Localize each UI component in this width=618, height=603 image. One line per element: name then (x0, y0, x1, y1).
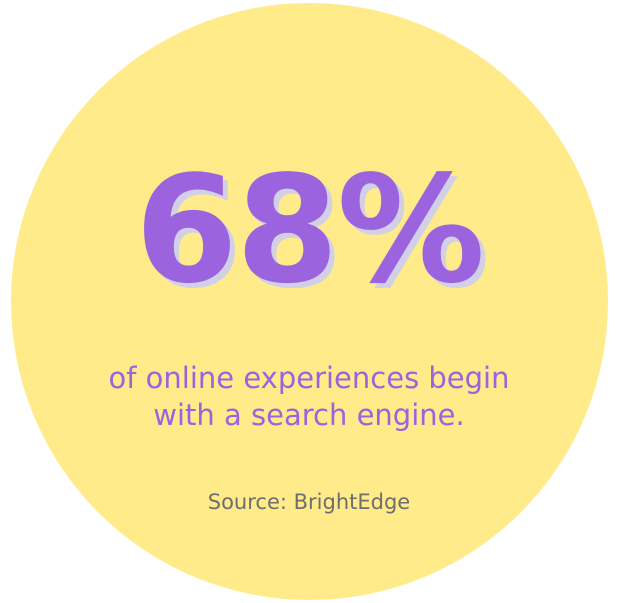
source-attribution: Source: BrightEdge (207, 490, 411, 514)
infographic: 68% of online experiences begin with a s… (0, 0, 618, 603)
stat-percentage: 68% (134, 144, 485, 316)
stat-caption: of online experiences begin with a searc… (0, 360, 618, 434)
caption-line-2: with a search engine. (153, 398, 465, 432)
caption-line-1: of online experiences begin (108, 361, 510, 395)
